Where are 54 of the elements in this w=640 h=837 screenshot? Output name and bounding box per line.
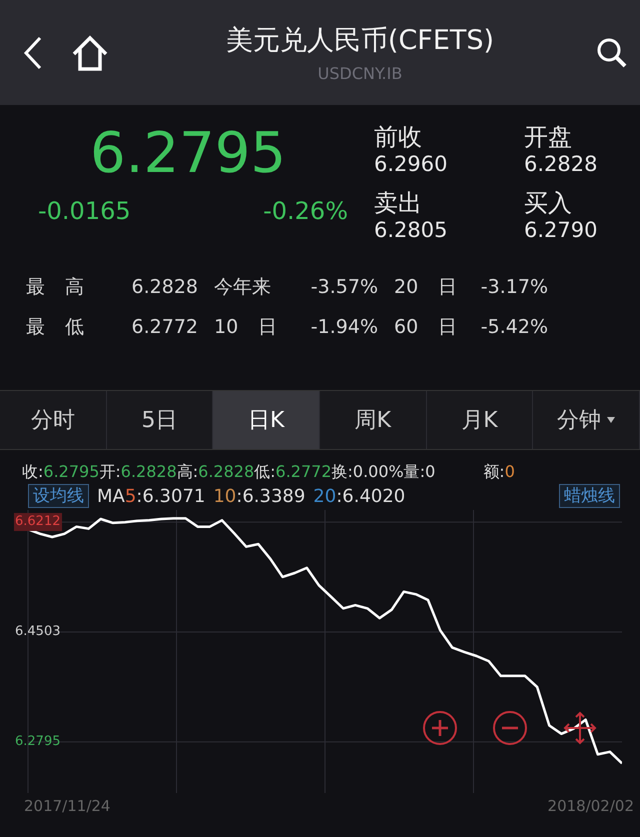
stat-value: -3.17% [480,276,549,298]
stat-value: 6.2828 [130,276,199,298]
stat-label: 今年来 [214,275,272,300]
stat-value: -1.94% [310,316,379,338]
move-icon[interactable] [562,710,598,746]
field-value: 6.2960 [374,151,448,177]
quote-info: 收:6.2795 [22,462,100,480]
quote-info: 量:0 [404,462,436,480]
ma-value: 20:6.4020 [313,486,406,506]
stat-label: 20 日 [394,275,458,300]
field-label: 买入 [524,188,573,216]
home-icon[interactable] [70,34,110,72]
quote-info: 高:6.2828 [176,462,254,480]
axis-label: 6.6212 [14,513,62,532]
axis-label: 6.2795 [14,732,62,751]
quote-info: 额:0 [483,462,515,480]
price-value: 6.2795 [90,123,286,185]
field-value: 6.2790 [524,216,598,242]
axis-label: 6.4503 [14,623,62,641]
change-value: -0.0165 [38,197,131,225]
back-icon[interactable] [22,34,44,70]
zoom-out-icon[interactable] [492,710,528,746]
period-tab[interactable]: 月K [426,391,534,449]
stat-value: 6.2772 [130,316,199,338]
window-title: 美元兑人民币(CFETS) [226,24,494,58]
period-tab[interactable]: 日K [213,391,320,449]
set-ma-button[interactable]: 设均线 [28,484,89,508]
field-value: 6.2828 [524,151,598,177]
stat-label: 最 高 [26,275,86,300]
date-label: 2018/02/02 [548,797,634,815]
ma-value: 10:6.3389 [213,486,306,506]
symbol-code: USDCNY.IB [318,64,402,83]
period-tab[interactable]: 分时 [0,391,107,449]
period-tab[interactable]: 周K [320,391,427,449]
field-label: 开盘 [524,123,573,151]
search-icon[interactable] [596,36,628,68]
stat-label: 60 日 [394,315,458,340]
change-percent: -0.26% [263,197,348,225]
quote-info: 低:6.2772 [254,462,332,480]
quote-info: 换:0.00% [332,462,404,480]
stat-value: -3.57% [310,276,379,298]
period-tab[interactable]: 分钟 [533,391,640,449]
stat-label: 10 日 [214,315,278,340]
stat-value: -5.42% [480,316,549,338]
caret-icon [607,417,616,423]
zoom-in-icon[interactable] [422,710,458,746]
stat-label: 最 低 [26,315,86,340]
ma-value: MA5:6.3071 [97,486,206,506]
date-label: 2017/11/24 [24,797,110,815]
field-value: 6.2805 [374,216,448,242]
quote-info: 开:6.2828 [99,462,177,480]
candlestick-button[interactable]: 蜡烛线 [559,484,620,508]
field-label: 卖出 [374,188,423,216]
field-label: 前收 [374,123,423,151]
